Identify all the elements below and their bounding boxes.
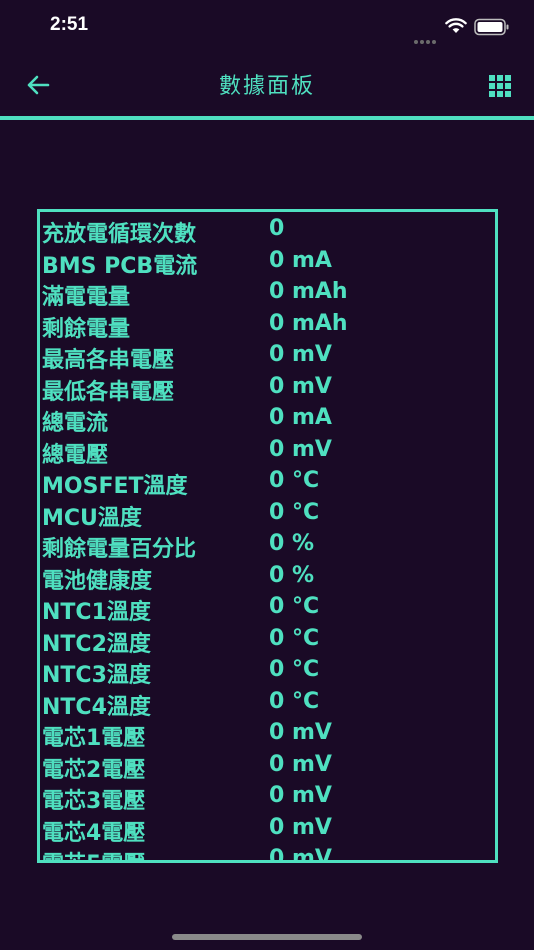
data-row-label: MOSFET溫度 — [42, 474, 188, 499]
data-row: 電芯4電壓 0 mV — [42, 813, 495, 846]
data-row-value: 0 °C — [269, 688, 320, 714]
data-row-value: 0 °C — [269, 657, 320, 682]
data-row-label: 最高各串電壓 — [42, 348, 175, 373]
data-row-value: 0 mAh — [269, 310, 348, 336]
data-row-value: 0 mV — [269, 814, 332, 840]
data-row-value: 0 — [269, 216, 285, 241]
data-row-value: 0 % — [269, 562, 315, 588]
cellular-signal-icon — [414, 29, 438, 44]
data-row: 充放電循環次數 0 — [42, 214, 495, 247]
data-row-label: BMS PCB電流 — [42, 253, 198, 279]
data-row: 電芯2電壓 0 mV — [42, 750, 495, 783]
data-row: 電芯1電壓 0 mV — [42, 718, 495, 751]
data-row-label: 電芯2電壓 — [42, 757, 146, 783]
data-row-value: 0 mV — [269, 846, 332, 863]
data-row: NTC1溫度 0 °C — [42, 592, 495, 625]
data-row: 電池健康度 0 % — [42, 561, 495, 594]
data-row: 總電流 0 mA — [42, 403, 495, 436]
data-row-value: 0 mA — [269, 247, 332, 273]
data-row-label: NTC2溫度 — [42, 631, 151, 657]
status-time: 2:51 — [50, 14, 89, 35]
home-indicator[interactable] — [172, 934, 362, 940]
data-row-value: 0 mV — [269, 720, 332, 745]
data-row-value: 0 mAh — [269, 279, 348, 304]
data-row-label: NTC1溫度 — [42, 600, 151, 625]
data-row-label: 電芯4電壓 — [42, 820, 146, 846]
data-row-label: NTC4溫度 — [42, 694, 151, 720]
data-row-value: 0 mV — [269, 436, 332, 462]
data-row: 最高各串電壓 0 mV — [42, 340, 495, 373]
data-row-value: 0 °C — [269, 625, 320, 651]
data-list: 充放電循環次數 0 BMS PCB電流 0 mA 滿電電量 0 mAh 剩餘電量 0 mAh 最… — [42, 214, 495, 863]
data-row-value: 0 mV — [269, 751, 332, 777]
menu-grid-button[interactable] — [488, 74, 512, 98]
data-row: 電芯3電壓 0 mV — [42, 781, 495, 814]
data-row: BMS PCB電流 0 mA — [42, 246, 495, 279]
data-row-label: 剩餘電量 — [42, 316, 131, 342]
page-title: 數據面板 — [218, 74, 315, 99]
data-row-value: 0 °C — [269, 499, 320, 525]
data-row-value: 0 °C — [269, 468, 320, 493]
data-row-label: 剩餘電量百分比 — [42, 537, 197, 562]
data-row-label: 最低各串電壓 — [42, 379, 175, 405]
data-row-label: 總電流 — [42, 411, 109, 436]
data-row-value: 0 mA — [269, 405, 332, 430]
navigation-bar: 數據面板 — [0, 56, 534, 118]
data-row: NTC2溫度 0 °C — [42, 624, 495, 657]
data-row: 電芯5電壓 0 mV — [42, 844, 495, 863]
data-row: NTC4溫度 0 °C — [42, 687, 495, 720]
data-row-label: 總電壓 — [42, 442, 109, 468]
data-panel[interactable]: 充放電循環次數 0 BMS PCB電流 0 mA 滿電電量 0 mAh 剩餘電量 0 mAh 最… — [37, 209, 498, 863]
battery-icon — [474, 18, 509, 36]
data-row-value: 0 mV — [269, 342, 332, 367]
status-bar: 2:51 — [0, 0, 534, 56]
data-row: MOSFET溫度 0 °C — [42, 466, 495, 499]
data-row: 剩餘電量 0 mAh — [42, 309, 495, 342]
data-row-value: 0 mV — [269, 783, 332, 808]
data-row-value: 0 mV — [269, 373, 332, 399]
nav-divider — [0, 116, 534, 120]
data-row: MCU溫度 0 °C — [42, 498, 495, 531]
data-row: 總電壓 0 mV — [42, 435, 495, 468]
data-row-label: 滿電電量 — [42, 285, 131, 310]
wifi-icon — [445, 18, 467, 33]
data-row: 剩餘電量百分比 0 % — [42, 529, 495, 562]
data-row-label: NTC3溫度 — [42, 663, 151, 688]
grid-icon — [489, 75, 511, 97]
data-row-value: 0 °C — [269, 594, 320, 619]
data-row-label: MCU溫度 — [42, 505, 142, 531]
app-screen: 2:51 數據面板 充放電循環次數 0 BMS PCB電流 0 mA 滿電電量 … — [0, 0, 534, 950]
data-row-label: 電芯1電壓 — [42, 726, 146, 751]
data-row: 最低各串電壓 0 mV — [42, 372, 495, 405]
data-row: NTC3溫度 0 °C — [42, 655, 495, 688]
data-row: 滿電電量 0 mAh — [42, 277, 495, 310]
data-row-label: 電芯3電壓 — [42, 789, 146, 814]
data-row-value: 0 % — [269, 531, 315, 556]
data-row-label: 電芯5電壓 — [42, 846, 145, 860]
data-row-label: 電池健康度 — [42, 568, 153, 594]
data-row-label: 充放電循環次數 — [42, 222, 197, 247]
